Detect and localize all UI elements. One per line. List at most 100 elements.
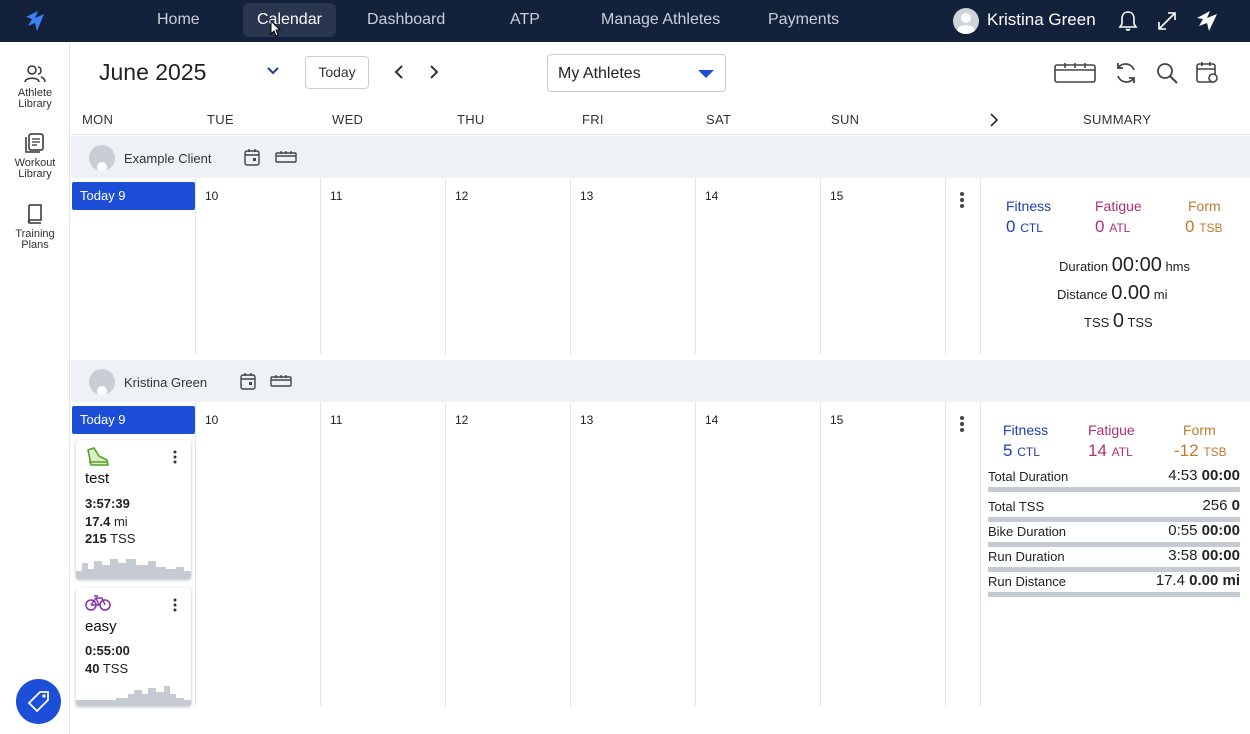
refresh-icon[interactable] <box>1113 60 1139 86</box>
today-badge[interactable]: Today 9 <box>72 182 195 210</box>
book-icon <box>27 204 42 224</box>
athlete-avatar[interactable] <box>89 369 115 395</box>
day-number: 11 <box>330 413 343 427</box>
day-number: 10 <box>205 413 219 427</box>
fitness-value: 5 CTL <box>1003 441 1040 460</box>
today-button[interactable]: Today <box>305 56 369 89</box>
athlete-name[interactable]: Example Client <box>124 151 211 166</box>
nav-dashboard[interactable]: Dashboard <box>353 3 459 37</box>
fatigue-value: 14 ATL <box>1088 441 1133 460</box>
calendar-settings-icon[interactable] <box>1195 60 1221 86</box>
athlete-name[interactable]: Kristina Green <box>124 375 207 390</box>
day-cell[interactable]: 14 <box>696 402 821 706</box>
workout-title: test <box>85 470 110 487</box>
chevron-left-icon[interactable] <box>392 64 406 80</box>
week-options-cell <box>946 402 981 706</box>
day-cell[interactable]: 12 <box>446 402 571 706</box>
chevron-down-icon[interactable] <box>266 66 280 76</box>
workout-card[interactable]: test 3:57:39 17.4 mi 215 TSS <box>76 440 191 579</box>
form-label: Form <box>1188 198 1221 214</box>
distance-summary: Distance 0.00 mi <box>1057 282 1168 304</box>
run-shoe-icon <box>87 447 109 466</box>
day-cell[interactable]: 15 <box>821 178 946 354</box>
week-view-icon[interactable] <box>275 150 297 164</box>
summary-row: Run Distance 17.4 0.00 mi <box>988 571 1240 597</box>
workout-title: easy <box>85 618 117 635</box>
week-view-icon[interactable] <box>270 374 292 388</box>
day-number: 10 <box>205 189 219 203</box>
summary-row: Bike Duration 0:55 00:00 <box>988 521 1240 547</box>
day-number: 11 <box>330 189 343 203</box>
athletes-select[interactable]: My Athletes <box>547 54 726 92</box>
search-icon[interactable] <box>1154 60 1180 86</box>
fatigue-label: Fatigue <box>1095 198 1142 214</box>
day-cell[interactable]: 11 <box>321 178 446 354</box>
user-avatar[interactable] <box>953 8 979 34</box>
summary-row: Total TSS 256 0 <box>988 496 1240 522</box>
nav-atp[interactable]: ATP <box>496 3 554 37</box>
nav-manage-athletes[interactable]: Manage Athletes <box>587 3 734 37</box>
workout-tss: 40 TSS <box>85 661 129 676</box>
month-title[interactable]: June 2025 <box>99 59 206 86</box>
day-cell[interactable]: Today 9 <box>71 178 196 354</box>
promo-tag-button[interactable] <box>16 679 61 724</box>
nav-payments[interactable]: Payments <box>754 3 853 37</box>
today-badge[interactable]: Today 9 <box>72 406 195 434</box>
day-number: 15 <box>830 413 844 427</box>
bell-icon[interactable] <box>1115 8 1141 34</box>
caret-down-icon <box>698 70 714 78</box>
rail-label: Plans <box>21 239 49 251</box>
day-number: 15 <box>830 189 844 203</box>
day-cell[interactable]: 11 <box>321 402 446 706</box>
chevron-right-icon[interactable] <box>988 112 1000 128</box>
day-header: FRI <box>582 112 604 127</box>
day-cell[interactable]: 10 <box>196 402 321 706</box>
form-value: 0 TSB <box>1185 217 1223 236</box>
day-number: 13 <box>580 413 594 427</box>
expand-icon[interactable] <box>1154 8 1180 34</box>
form-value: -12 TSB <box>1174 441 1227 460</box>
fitness-label: Fitness <box>1003 422 1049 438</box>
day-cell[interactable]: 14 <box>696 178 821 354</box>
more-vertical-icon[interactable] <box>173 598 177 612</box>
mouse-cursor-icon <box>270 20 282 37</box>
calendar-icon[interactable] <box>244 148 260 166</box>
more-vertical-icon[interactable] <box>959 415 965 433</box>
trainingpeaks-logo-icon[interactable] <box>24 9 50 33</box>
more-vertical-icon[interactable] <box>173 450 177 464</box>
nav-calendar[interactable]: Calendar <box>243 3 336 37</box>
athlete-avatar[interactable] <box>89 145 115 171</box>
day-number: 12 <box>455 189 469 203</box>
athlete-band: Kristina Green <box>71 360 1250 402</box>
day-cell[interactable]: 15 <box>821 402 946 706</box>
duration-summary: Duration 00:00 hms <box>1059 254 1191 276</box>
more-vertical-icon[interactable] <box>959 191 965 209</box>
day-header: THU <box>457 112 485 127</box>
rail-workout-library[interactable]: Workout Library <box>0 132 70 180</box>
week-options-cell <box>946 178 981 354</box>
day-cell[interactable]: 12 <box>446 178 571 354</box>
day-header: SAT <box>706 112 732 127</box>
week-view-icon[interactable] <box>1053 61 1097 85</box>
chevron-right-icon[interactable] <box>427 64 441 80</box>
workout-intensity-chart <box>76 686 191 706</box>
rail-training-plans[interactable]: Training Plans <box>0 203 70 251</box>
day-cell[interactable]: 13 <box>571 402 696 706</box>
calendar-icon[interactable] <box>240 372 256 390</box>
workout-card[interactable]: easy 0:55:00 40 TSS <box>76 588 191 706</box>
top-nav: Home Calendar Dashboard ATP Manage Athle… <box>0 0 1250 42</box>
day-cell[interactable]: 10 <box>196 178 321 354</box>
tp-brand-icon[interactable] <box>1195 8 1221 34</box>
summary-row: Total Duration 4:53 00:00 <box>988 466 1240 492</box>
nav-home[interactable]: Home <box>143 3 214 37</box>
day-cell[interactable]: 13 <box>571 178 696 354</box>
day-number: 14 <box>705 413 719 427</box>
bike-icon <box>85 595 111 611</box>
user-name[interactable]: Kristina Green <box>987 10 1096 30</box>
fitness-value: 0 CTL <box>1006 217 1043 236</box>
day-number: 14 <box>705 189 719 203</box>
fatigue-label: Fatigue <box>1088 422 1135 438</box>
form-label: Form <box>1183 422 1216 438</box>
library-icon <box>25 133 44 153</box>
rail-athlete-library[interactable]: Athlete Library <box>0 64 70 110</box>
